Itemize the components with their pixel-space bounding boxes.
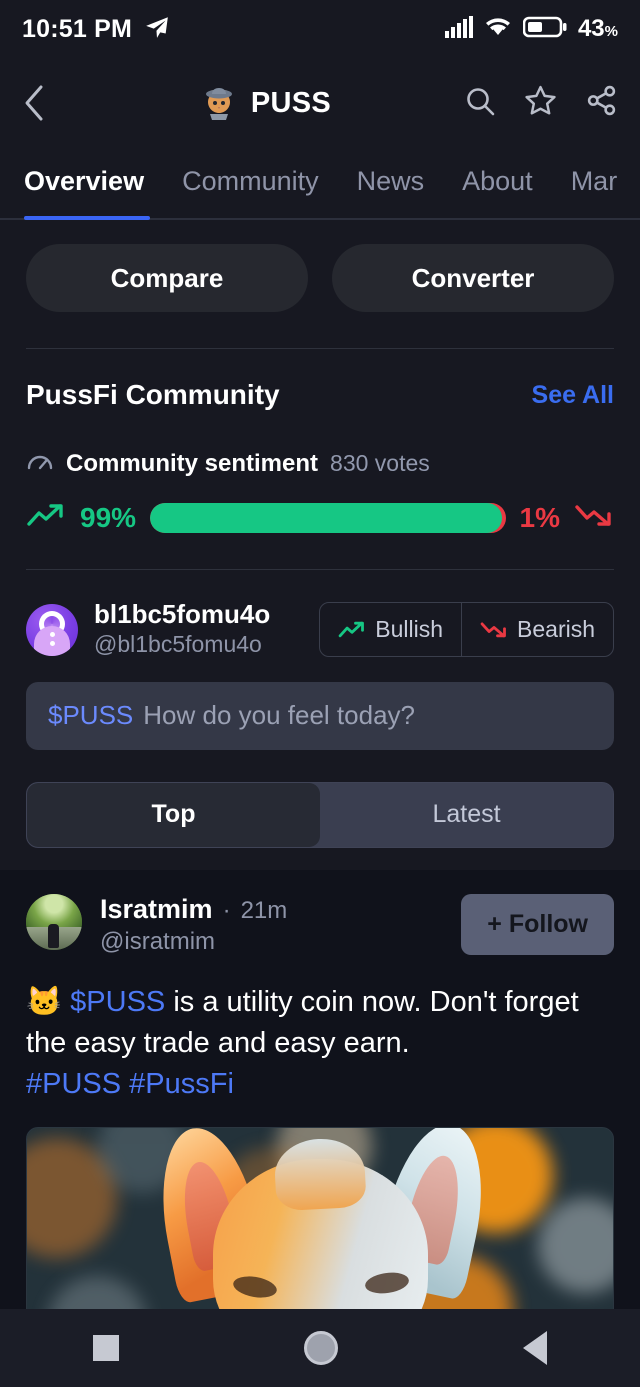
compose-user-info: bl1bc5fomu4o @bl1bc5fomu4o xyxy=(94,599,319,660)
telegram-send-icon xyxy=(144,14,170,45)
post-hashtags[interactable]: #PUSS #PussFi xyxy=(26,1064,614,1105)
compose-display-name: bl1bc5fomu4o xyxy=(94,599,271,629)
tab-about[interactable]: About xyxy=(462,166,533,197)
sentiment-label: Community sentiment xyxy=(66,449,319,477)
post-author-info: Isratmim · 21m @isratmim xyxy=(100,894,461,956)
page-title-text: PUSS xyxy=(250,86,332,119)
community-section-title: PussFi Community xyxy=(26,379,280,410)
square-recents-icon[interactable] xyxy=(92,1335,119,1361)
converter-button[interactable]: Converter xyxy=(332,244,614,312)
post-author-line: Isratmim · 21m xyxy=(100,894,461,925)
compose-handle: @bl1bc5fomu4o xyxy=(94,630,262,657)
cellular-signal-icon xyxy=(444,15,473,43)
sentiment-vote-group: Bullish Bearish xyxy=(319,602,614,658)
trend-down-icon xyxy=(574,500,614,535)
post-timestamp: 21m xyxy=(240,896,288,924)
gauge-icon xyxy=(26,449,54,478)
filter-top[interactable]: Top xyxy=(27,782,320,847)
sentiment-bar xyxy=(150,502,506,533)
post-emoji: 🐱 xyxy=(26,985,63,1018)
follow-button[interactable]: + Follow xyxy=(461,893,614,955)
tab-bar: Overview Community News About Mar xyxy=(0,148,640,220)
search-icon[interactable] xyxy=(464,85,496,122)
post-card: Isratmim · 21m @isratmim + Follow 🐱 $PUS… xyxy=(0,869,640,1343)
post-header: Isratmim · 21m @isratmim + Follow xyxy=(26,893,614,956)
tab-overview[interactable]: Overview xyxy=(24,166,144,197)
post-token[interactable]: $PUSS xyxy=(70,986,165,1018)
post-text: 🐱 $PUSS is a utility coin now. Don't for… xyxy=(26,982,614,1106)
sentiment-header: Community sentiment 830 votes xyxy=(0,411,640,478)
tab-community[interactable]: Community xyxy=(182,166,319,197)
sentiment-bar-row: 99% 1% xyxy=(0,478,640,535)
sentiment-bar-bullish-fill xyxy=(150,502,502,533)
app-bar: PUSS xyxy=(0,58,640,148)
tab-active-underline xyxy=(24,216,150,220)
post-author-name: Isratmim xyxy=(100,893,213,924)
status-bar-left: 10:51 PM xyxy=(22,14,170,45)
bearish-label: Bearish xyxy=(517,616,595,643)
trend-up-icon xyxy=(26,500,66,535)
author-photo-avatar[interactable] xyxy=(26,893,82,950)
compose-token: $PUSS xyxy=(48,700,134,731)
battery-icon xyxy=(522,15,567,44)
compose-placeholder: How do you feel today? xyxy=(143,700,415,731)
puss-cowboy-cat-logo xyxy=(199,83,239,123)
bullish-vote-button[interactable]: Bullish xyxy=(320,603,461,656)
android-nav-bar xyxy=(0,1309,640,1387)
compose-header: bl1bc5fomu4o @bl1bc5fomu4o Bullish Beari… xyxy=(0,570,640,660)
bullish-percent: 99% xyxy=(80,501,137,533)
bearish-vote-button[interactable]: Bearish xyxy=(461,603,613,657)
bullish-label: Bullish xyxy=(375,616,444,643)
user-avatar-cmc[interactable] xyxy=(26,603,78,656)
bearish-percent: 1% xyxy=(519,501,560,533)
status-bar: 10:51 PM 43% xyxy=(0,0,640,58)
triangle-back-icon[interactable] xyxy=(523,1331,548,1365)
back-button[interactable] xyxy=(22,84,66,122)
post-author-handle: @isratmim xyxy=(100,927,216,955)
community-section-header: PussFi Community See All xyxy=(0,349,640,411)
tab-markets[interactable]: Mar xyxy=(571,166,618,197)
chevron-left-icon xyxy=(25,85,43,121)
status-bar-right: 43% xyxy=(444,15,618,44)
wifi-icon xyxy=(484,16,512,43)
trend-up-icon xyxy=(338,622,365,638)
phone-screen: 10:51 PM 43% PUSS Overview Community New… xyxy=(0,0,640,1387)
filter-latest[interactable]: Latest xyxy=(320,783,613,847)
battery-percent: 43% xyxy=(577,15,618,42)
see-all-link[interactable]: See All xyxy=(532,381,614,410)
page-title: PUSS xyxy=(66,83,464,123)
share-icon[interactable] xyxy=(585,84,618,122)
star-icon[interactable] xyxy=(524,84,557,122)
feed-filter-toggle: Top Latest xyxy=(26,781,614,848)
post-separator: · xyxy=(222,896,231,924)
sentiment-votes: 830 votes xyxy=(330,450,430,476)
compose-input[interactable]: $PUSS How do you feel today? xyxy=(26,681,614,750)
page-body: Compare Converter PussFi Community See A… xyxy=(0,220,640,1387)
compare-button[interactable]: Compare xyxy=(26,244,308,312)
trend-down-icon xyxy=(480,622,506,638)
status-time: 10:51 PM xyxy=(22,14,132,43)
tab-news[interactable]: News xyxy=(357,166,425,197)
circle-home-icon[interactable] xyxy=(303,1331,338,1365)
action-button-row: Compare Converter xyxy=(0,220,640,338)
tab-list: Overview Community News About Mar xyxy=(0,148,640,214)
app-bar-icons xyxy=(464,84,618,122)
